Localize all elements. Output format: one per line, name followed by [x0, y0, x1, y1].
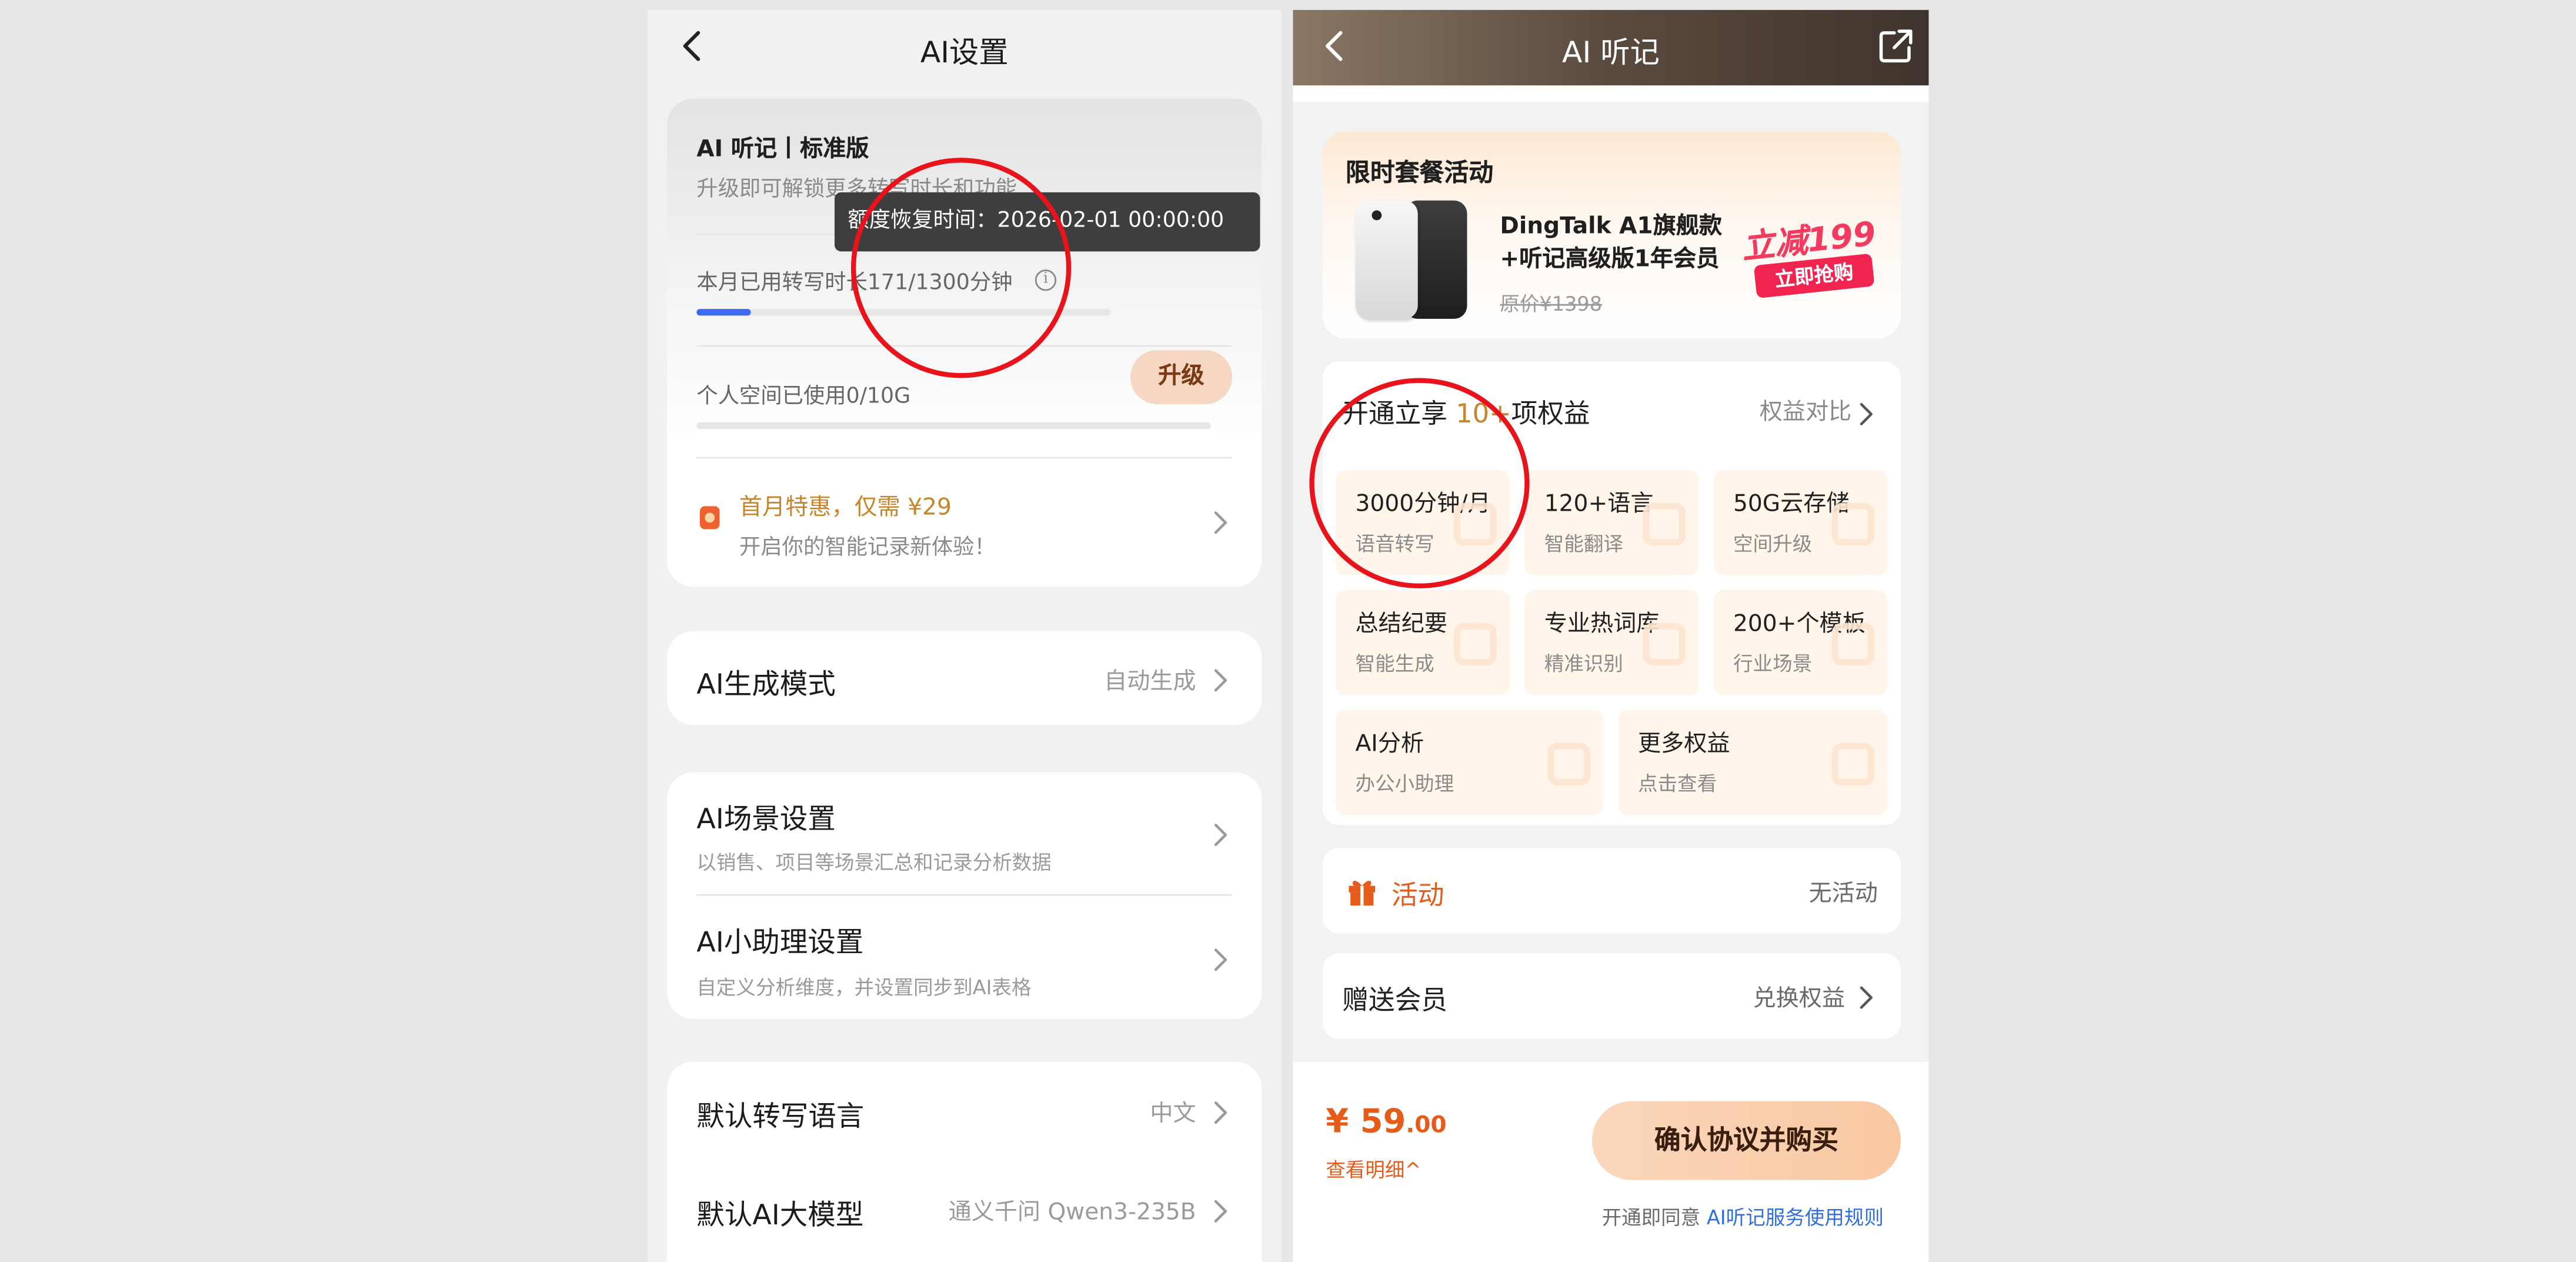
compare-benefits-link[interactable]: 权益对比 — [1760, 394, 1851, 427]
chevron-right-icon[interactable] — [1858, 984, 1874, 1009]
activity-label: 活动 — [1392, 879, 1444, 911]
header-strip — [1293, 85, 1929, 102]
annotation-circle — [1309, 378, 1530, 589]
agreement-prefix: 开通即同意 — [1601, 1206, 1707, 1230]
view-details-link[interactable]: 查看明细^ — [1326, 1156, 1421, 1183]
chevron-right-icon[interactable] — [1858, 401, 1874, 425]
usage-progress-fill — [696, 309, 751, 316]
share-icon[interactable] — [1876, 26, 1916, 66]
activity-row[interactable]: 活动 无活动 — [1322, 848, 1901, 934]
agreement-text: 开通即同意 AI听记服务使用规则 — [1602, 1203, 1884, 1231]
gift-membership-row[interactable]: 赠送会员 兑换权益 — [1322, 953, 1901, 1039]
default-language-title[interactable]: 默认转写语言 — [696, 1093, 864, 1134]
product-line-1: DingTalk A1旗舰款 — [1500, 214, 1722, 240]
discount-badge[interactable]: 立减199 立即抢购 — [1739, 210, 1881, 302]
ai-mode-row[interactable]: AI生成模式 自动生成 — [667, 631, 1262, 725]
ai-mode-title: AI生成模式 — [696, 668, 836, 702]
price: ¥ 59.00 — [1326, 1101, 1446, 1141]
top-bar: AI设置 — [648, 10, 1282, 85]
annotation-circle — [850, 158, 1072, 378]
chevron-right-icon[interactable] — [1213, 510, 1229, 534]
ai-assistant-title[interactable]: AI小助理设置 — [696, 919, 863, 960]
chevron-right-icon[interactable] — [1213, 667, 1229, 692]
ai-scene-card: AI场景设置 以销售、项目等场景汇总和记录分析数据 AI小助理设置 自定义分析维… — [667, 772, 1262, 1019]
coupon-icon — [699, 506, 720, 530]
chevron-right-icon[interactable] — [1213, 822, 1229, 847]
ai-tingji-purchase-screen: AI 听记 限时套餐活动 DingTalk A1旗舰款 +听记高级版1年会员 原 — [1293, 9, 1929, 1262]
chevron-right-icon[interactable] — [1213, 1100, 1229, 1124]
confirm-purchase-button[interactable]: 确认协议并购买 — [1591, 1101, 1901, 1180]
benefits-title-suffix: 项权益 — [1511, 398, 1590, 429]
benefit-tile[interactable]: 更多权益 点击查看 — [1618, 710, 1888, 815]
plan-name: AI 听记丨标准版 — [696, 136, 869, 163]
upgrade-button[interactable]: 升级 — [1130, 349, 1233, 405]
gift-icon — [1346, 874, 1379, 907]
price-cents: .00 — [1406, 1113, 1447, 1139]
benefit-tile[interactable]: 50G云存储 空间升级 — [1713, 469, 1888, 575]
gift-membership-label: 赠送会员 — [1342, 984, 1448, 1016]
service-rules-link[interactable]: AI听记服务使用规则 — [1707, 1206, 1884, 1229]
benefit-tile[interactable]: AI分析 办公小助理 — [1336, 710, 1604, 815]
original-price: 原价¥1398 — [1500, 292, 1603, 316]
product-name: DingTalk A1旗舰款 +听记高级版1年会员 — [1500, 211, 1722, 277]
product-line-2: +听记高级版1年会员 — [1500, 247, 1720, 273]
default-model-title[interactable]: 默认AI大模型 — [696, 1191, 863, 1233]
divider — [696, 457, 1233, 459]
top-bar: AI 听记 — [1293, 9, 1929, 86]
ai-scene-subtitle: 以销售、项目等场景汇总和记录分析数据 — [696, 851, 1052, 875]
ai-mode-value: 自动生成 — [1104, 668, 1196, 695]
promo-subtitle: 开启你的智能记录新体验！ — [739, 535, 996, 561]
promo-title[interactable]: 首月特惠，仅需 ¥29 — [739, 490, 952, 522]
chevron-right-icon[interactable] — [1213, 1198, 1229, 1223]
device-image — [1352, 200, 1467, 319]
divider — [696, 894, 1233, 896]
page-title: AI 听记 — [1562, 36, 1660, 71]
limited-offer-title: 限时套餐活动 — [1345, 158, 1494, 188]
benefit-tile[interactable]: 总结纪要 智能生成 — [1336, 590, 1510, 695]
ai-scene-title[interactable]: AI场景设置 — [696, 795, 835, 837]
benefit-tile[interactable]: 120+语言 智能翻译 — [1524, 469, 1699, 575]
activity-value: 无活动 — [1808, 881, 1878, 907]
storage-label: 个人空间已使用0/10G — [696, 384, 911, 409]
purchase-bar: ¥ 59.00 查看明细^ 确认协议并购买 开通即同意 AI听记服务使用规则 — [1293, 1061, 1929, 1262]
limited-offer-card[interactable]: 限时套餐活动 DingTalk A1旗舰款 +听记高级版1年会员 原价¥1398… — [1322, 131, 1901, 339]
storage-progress-bar — [696, 422, 1211, 429]
default-language-value: 中文 — [1150, 1101, 1196, 1128]
chevron-right-icon[interactable] — [1213, 947, 1229, 971]
default-model-value: 通义千问 Qwen3-235B — [948, 1200, 1196, 1226]
ai-assistant-subtitle: 自定义分析维度，并设置同步到AI表格 — [696, 976, 1032, 1000]
defaults-card: 默认转写语言 中文 默认AI大模型 通义千问 Qwen3-235B — [667, 1061, 1262, 1262]
benefit-tile[interactable]: 200+个模板 行业场景 — [1713, 590, 1888, 695]
page-title: AI设置 — [920, 36, 1009, 71]
benefit-tile[interactable]: 专业热词库 精准识别 — [1524, 590, 1699, 695]
redeem-benefits-link[interactable]: 兑换权益 — [1753, 981, 1845, 1014]
price-main: ¥ 59 — [1326, 1101, 1406, 1141]
